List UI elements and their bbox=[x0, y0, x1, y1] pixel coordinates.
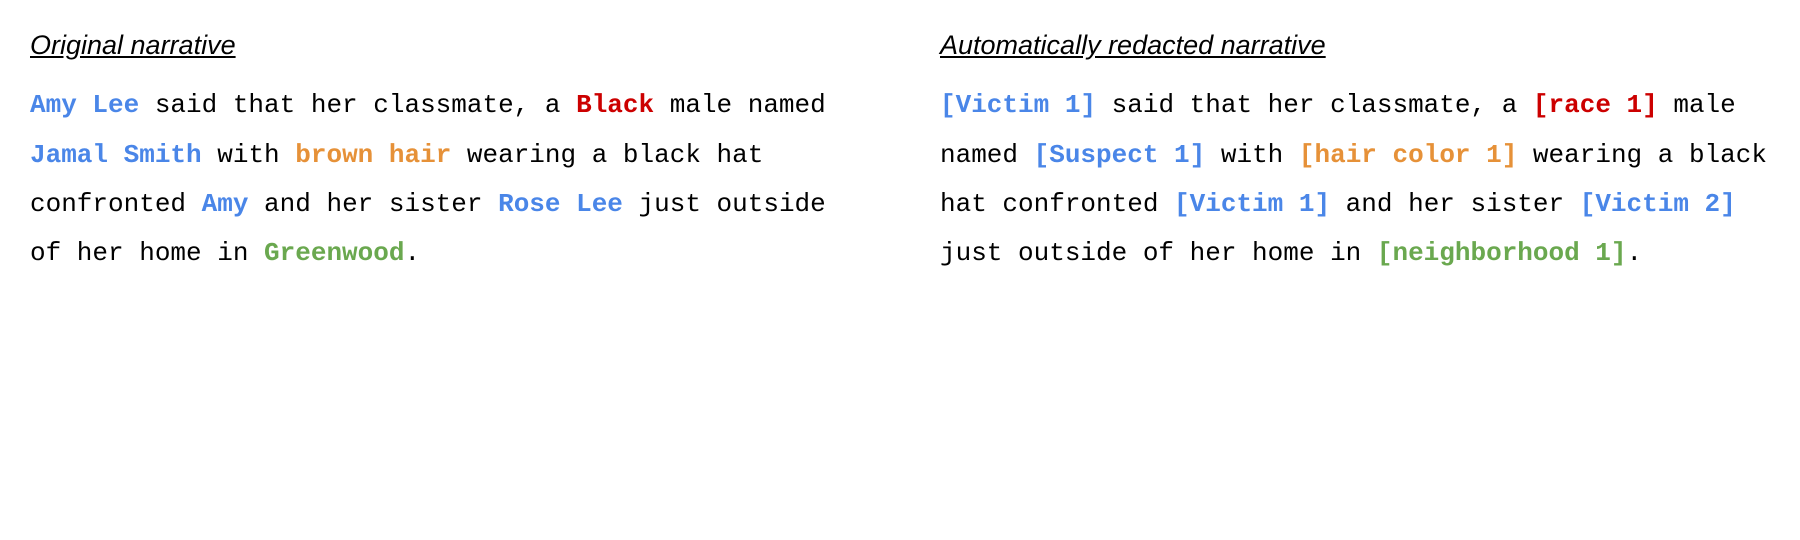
original-column: Original narrative Amy Lee said that her… bbox=[30, 20, 860, 279]
redacted-segment-suspect-tag: [Suspect 1] bbox=[1034, 140, 1206, 170]
redacted-segment-victim-tag: [Victim 1] bbox=[1174, 189, 1330, 219]
original-segment-hair: brown hair bbox=[295, 140, 451, 170]
redacted-segment-plain: just outside of her home in bbox=[940, 238, 1377, 268]
original-segment-victim-name: Rose Lee bbox=[498, 189, 623, 219]
original-heading: Original narrative bbox=[30, 20, 860, 71]
original-segment-plain: with bbox=[202, 140, 296, 170]
original-narrative: Amy Lee said that her classmate, a Black… bbox=[30, 81, 860, 279]
redacted-segment-plain: said that her classmate, a bbox=[1096, 90, 1533, 120]
original-segment-plain: and her sister bbox=[248, 189, 498, 219]
redacted-narrative: [Victim 1] said that her classmate, a [r… bbox=[940, 81, 1770, 279]
original-segment-suspect-name: Jamal Smith bbox=[30, 140, 202, 170]
redacted-segment-victim-tag: [Victim 2] bbox=[1580, 189, 1736, 219]
original-segment-race: Black bbox=[576, 90, 654, 120]
redacted-segment-victim-tag: [Victim 1] bbox=[940, 90, 1096, 120]
original-segment-neighborhood: Greenwood bbox=[264, 238, 404, 268]
redacted-segment-plain: . bbox=[1627, 238, 1643, 268]
redacted-segment-plain: with bbox=[1205, 140, 1299, 170]
original-segment-victim-name: Amy Lee bbox=[30, 90, 139, 120]
original-segment-plain: . bbox=[404, 238, 420, 268]
redacted-segment-race-tag: [race 1] bbox=[1533, 90, 1658, 120]
original-segment-victim-name: Amy bbox=[202, 189, 249, 219]
redacted-heading: Automatically redacted narrative bbox=[940, 20, 1770, 71]
columns-container: Original narrative Amy Lee said that her… bbox=[30, 20, 1770, 279]
original-segment-plain: male named bbox=[654, 90, 826, 120]
original-segment-plain: said that her classmate, a bbox=[139, 90, 576, 120]
redacted-segment-hair-tag: [hair color 1] bbox=[1299, 140, 1517, 170]
redacted-segment-neighborhood-tag: [neighborhood 1] bbox=[1377, 238, 1627, 268]
redacted-column: Automatically redacted narrative [Victim… bbox=[940, 20, 1770, 279]
redacted-segment-plain: and her sister bbox=[1330, 189, 1580, 219]
